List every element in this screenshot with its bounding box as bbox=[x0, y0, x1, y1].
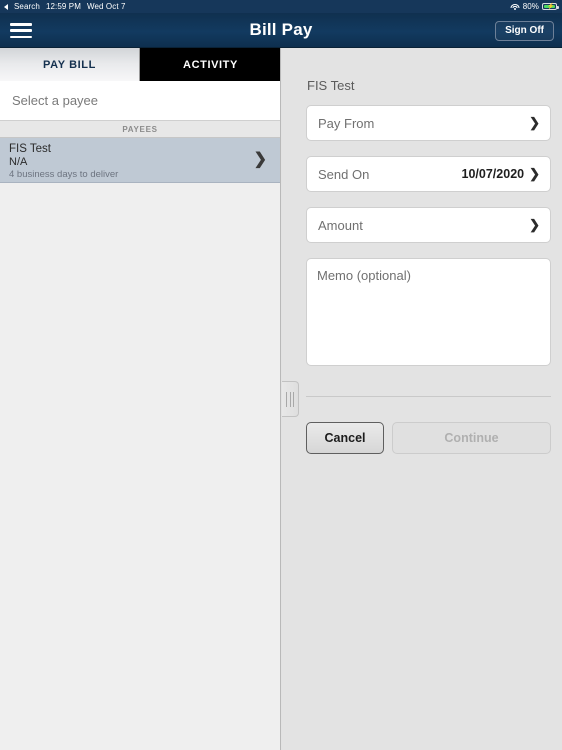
split-view-drag-handle[interactable] bbox=[282, 381, 299, 417]
page-title: Bill Pay bbox=[249, 20, 313, 39]
pay-from-field[interactable]: Pay From ❯ bbox=[306, 105, 551, 141]
payee-pane: PAY BILL ACTIVITY Select a payee PAYEES … bbox=[0, 48, 281, 750]
chevron-right-icon: ❯ bbox=[529, 217, 540, 232]
battery-charging-icon: ⚡ bbox=[542, 2, 559, 11]
select-payee-bar[interactable]: Select a payee bbox=[0, 81, 280, 121]
status-bar: Search 12:59 PM Wed Oct 7 80% ⚡ bbox=[0, 0, 562, 13]
chevron-right-icon: ❯ bbox=[529, 166, 540, 181]
payee-list-empty-area bbox=[0, 183, 280, 743]
sign-off-button[interactable]: Sign Off bbox=[495, 21, 554, 41]
send-on-label: Send On bbox=[318, 166, 370, 182]
tab-bar: PAY BILL ACTIVITY bbox=[0, 48, 280, 81]
form-payee-title: FIS Test bbox=[307, 78, 355, 93]
payment-form-pane: FIS Test Pay From ❯ Send On 10/07/2020 ❯… bbox=[282, 48, 562, 750]
status-back-label[interactable]: Search bbox=[14, 2, 40, 11]
back-arrow-icon[interactable] bbox=[4, 3, 8, 10]
pay-from-label: Pay From bbox=[318, 115, 375, 131]
status-time: 12:59 PM bbox=[45, 2, 81, 11]
amount-field[interactable]: Amount ❯ bbox=[306, 207, 551, 243]
app-root: Search 12:59 PM Wed Oct 7 80% ⚡ Bill Pay… bbox=[0, 0, 562, 750]
memo-input[interactable]: Memo (optional) bbox=[306, 258, 551, 366]
continue-button: Continue bbox=[392, 422, 551, 454]
nav-bar: Bill Pay Sign Off bbox=[0, 13, 562, 48]
chevron-right-icon: ❯ bbox=[529, 115, 540, 130]
form-divider bbox=[306, 396, 551, 397]
select-payee-label: Select a payee bbox=[12, 93, 99, 108]
send-on-value: 10/07/2020 bbox=[461, 167, 525, 181]
payee-delivery-note: 4 business days to deliver bbox=[9, 169, 119, 180]
tab-pay-bill[interactable]: PAY BILL bbox=[0, 48, 140, 81]
payees-section-header: PAYEES bbox=[0, 121, 280, 138]
payee-account: N/A bbox=[9, 156, 28, 168]
battery-percent-label: 80% bbox=[522, 2, 539, 11]
status-bar-right: 80% ⚡ bbox=[510, 0, 559, 13]
cancel-button[interactable]: Cancel bbox=[306, 422, 384, 454]
status-date: Wed Oct 7 bbox=[87, 2, 126, 11]
tab-activity[interactable]: ACTIVITY bbox=[140, 48, 280, 81]
send-on-field[interactable]: Send On 10/07/2020 ❯ bbox=[306, 156, 551, 192]
chevron-right-icon: ❯ bbox=[253, 151, 267, 168]
payee-name: FIS Test bbox=[9, 143, 51, 155]
payee-list-item-selected[interactable]: FIS Test N/A 4 business days to deliver … bbox=[0, 138, 280, 183]
status-bar-left: Search 12:59 PM Wed Oct 7 bbox=[0, 2, 126, 11]
amount-label: Amount bbox=[318, 217, 363, 233]
wifi-icon bbox=[510, 3, 520, 11]
